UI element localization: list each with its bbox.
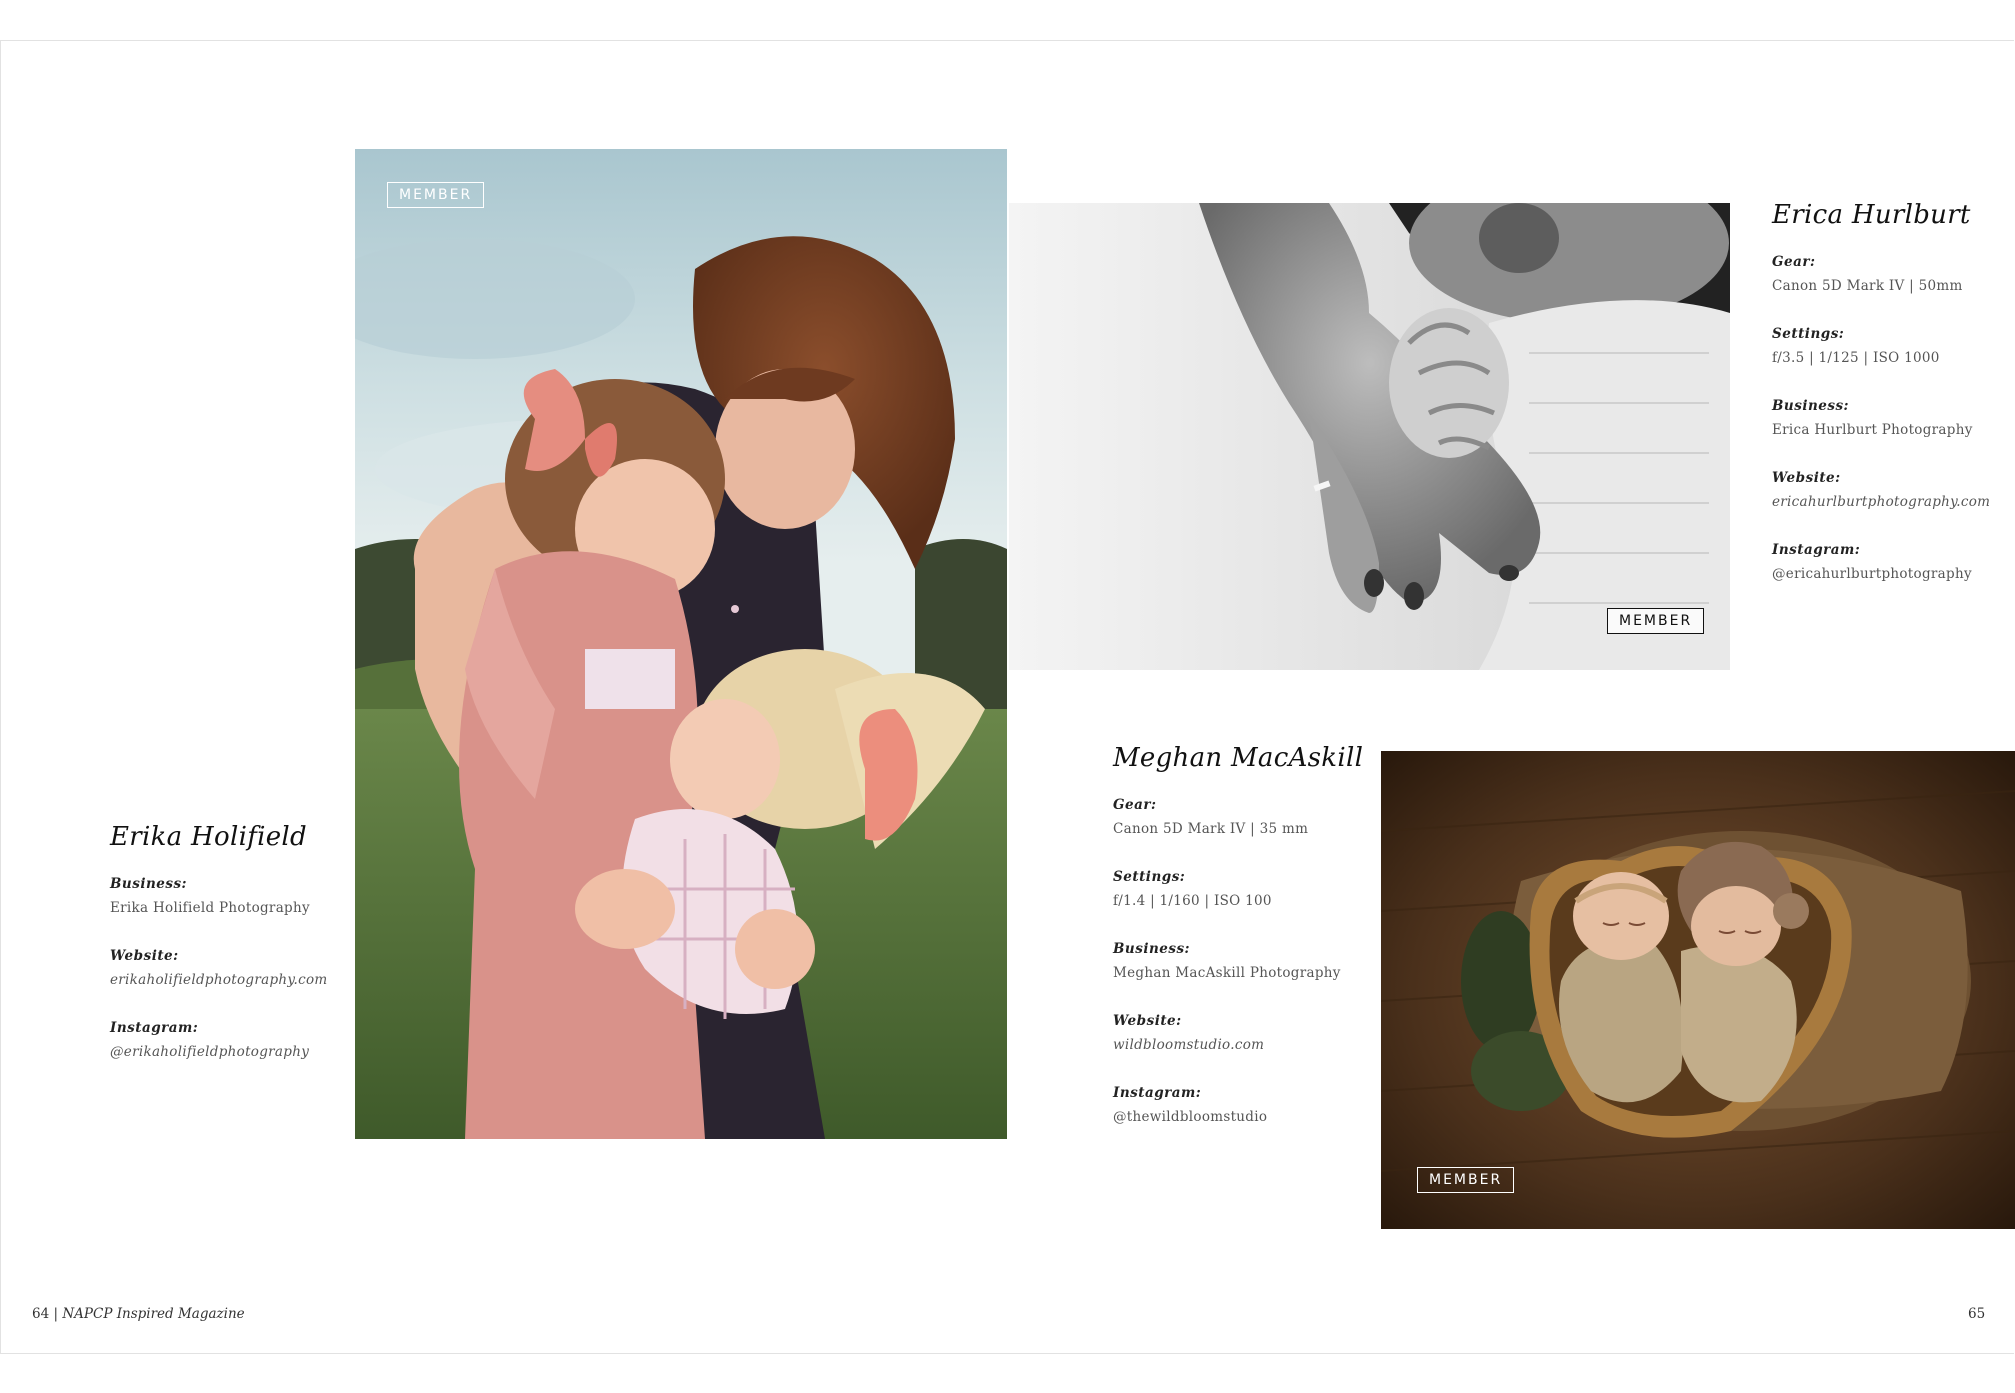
folio-separator: | (53, 1306, 59, 1322)
settings-value: f/3.5 | 1/125 | ISO 1000 (1772, 350, 1940, 366)
business-label: Business: (1772, 398, 1850, 414)
instagram-label: Instagram: (110, 1020, 199, 1036)
right-page-number: 65 (1968, 1306, 1986, 1322)
erika-holifield-bio: Erika Holifield Business: Erika Holifiel… (110, 822, 350, 1092)
instagram-value[interactable]: @thewildbloomstudio (1113, 1109, 1373, 1125)
gear-label: Gear: (1772, 254, 1816, 270)
website-value[interactable]: ericahurlburtphotography.com (1772, 494, 2012, 510)
member-badge: MEMBER (1607, 608, 1705, 634)
meghan-macaskill-bio: Meghan MacAskill Gear: Canon 5D Mark IV … (1113, 743, 1373, 1157)
gear-label: Gear: (1113, 797, 1157, 813)
instagram-value[interactable]: @erikaholifieldphotography (110, 1044, 350, 1060)
website-value[interactable]: wildbloomstudio.com (1113, 1037, 1373, 1053)
photographer-name: Erica Hurlburt (1772, 200, 1971, 230)
website-value[interactable]: erikaholifieldphotography.com (110, 972, 350, 988)
left-page-number: 64 (32, 1306, 50, 1322)
settings-value: f/1.4 | 1/160 | ISO 100 (1113, 893, 1272, 909)
instagram-value[interactable]: @ericahurlburtphotography (1772, 566, 2012, 582)
photographer-name: Erika Holifield (110, 822, 307, 852)
business-label: Business: (1113, 941, 1191, 957)
left-folio: 64 | NAPCP Inspired Magazine (32, 1306, 245, 1322)
website-label: Website: (1113, 1013, 1182, 1029)
website-label: Website: (1772, 470, 1841, 486)
website-label: Website: (110, 948, 179, 964)
settings-label: Settings: (1113, 869, 1186, 885)
business-value: Erika Holifield Photography (110, 900, 310, 916)
gear-value: Canon 5D Mark IV | 35 mm (1113, 821, 1309, 837)
settings-label: Settings: (1772, 326, 1845, 342)
erica-hurlburt-bio: Erica Hurlburt Gear: Canon 5D Mark IV | … (1772, 200, 2012, 614)
family-embrace-photo: MEMBER (355, 149, 1007, 1139)
business-value: Meghan MacAskill Photography (1113, 965, 1341, 981)
instagram-label: Instagram: (1113, 1085, 1202, 1101)
instagram-label: Instagram: (1772, 542, 1861, 558)
gear-value: Canon 5D Mark IV | 50mm (1772, 278, 1963, 294)
member-badge: MEMBER (387, 182, 485, 208)
magazine-title: NAPCP Inspired Magazine (62, 1306, 245, 1322)
photographer-name: Meghan MacAskill (1113, 743, 1364, 773)
member-badge: MEMBER (1417, 1167, 1515, 1193)
business-label: Business: (110, 876, 188, 892)
business-value: Erica Hurlburt Photography (1772, 422, 1973, 438)
newborn-hand-photo: MEMBER (1009, 203, 1730, 670)
newborn-twins-photo: MEMBER (1381, 751, 2015, 1229)
